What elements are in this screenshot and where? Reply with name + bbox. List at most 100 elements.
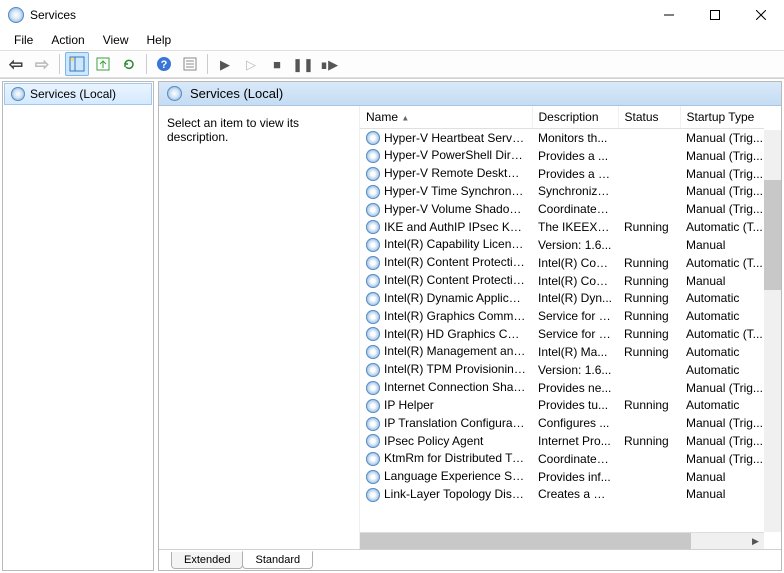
cell-name: Hyper-V PowerShell Direct ... <box>360 147 532 165</box>
start-service-alt-button[interactable]: ▷ <box>239 52 263 76</box>
service-icon <box>366 363 380 377</box>
view-tabs: Extended Standard <box>159 549 781 570</box>
cell-name: IKE and AuthIP IPsec Keying... <box>360 218 532 236</box>
back-button[interactable]: ⇦ <box>4 52 28 76</box>
table-row[interactable]: Link-Layer Topology Discov...Creates a N… <box>360 486 764 504</box>
service-icon <box>366 452 380 466</box>
menu-view[interactable]: View <box>95 31 137 49</box>
service-icon <box>366 310 380 324</box>
scroll-right-button[interactable]: ▶ <box>747 533 764 549</box>
maximize-button[interactable] <box>692 0 738 30</box>
help-icon: ? <box>156 56 172 72</box>
service-icon <box>366 167 380 181</box>
tab-standard[interactable]: Standard <box>242 551 313 569</box>
export-icon <box>95 56 111 72</box>
table-row[interactable]: KtmRm for Distributed Tran...Coordinates… <box>360 450 764 468</box>
menu-bar: File Action View Help <box>0 30 784 50</box>
table-row[interactable]: Internet Connection Sharin...Provides ne… <box>360 379 764 397</box>
cell-startup: Automatic <box>680 396 764 414</box>
table-row[interactable]: Hyper-V PowerShell Direct ...Provides a … <box>360 147 764 165</box>
service-icon <box>366 203 380 217</box>
horizontal-scrollbar[interactable]: ▶ <box>360 532 764 549</box>
service-icon <box>366 256 380 270</box>
table-row[interactable]: Hyper-V Time Synchronizati...Synchronize… <box>360 182 764 200</box>
table-row[interactable]: Language Experience ServiceProvides inf.… <box>360 468 764 486</box>
refresh-export-button[interactable] <box>91 52 115 76</box>
tree-root-services[interactable]: Services (Local) <box>4 83 152 105</box>
table-row[interactable]: Hyper-V Remote Desktop Vi...Provides a p… <box>360 165 764 183</box>
cell-name: IP Helper <box>360 396 532 414</box>
menu-action[interactable]: Action <box>43 31 92 49</box>
show-hide-tree-button[interactable] <box>65 52 89 76</box>
vertical-scrollbar[interactable] <box>764 130 781 532</box>
cell-description: Coordinates... <box>532 450 618 468</box>
tab-extended[interactable]: Extended <box>171 552 243 569</box>
table-row[interactable]: IP HelperProvides tu...RunningAutomaticL… <box>360 396 764 414</box>
help-button[interactable]: ? <box>152 52 176 76</box>
cell-description: Synchronize... <box>532 182 618 200</box>
cell-name: Hyper-V Time Synchronizati... <box>360 182 532 200</box>
main-header: Services (Local) <box>159 82 781 106</box>
service-icon <box>366 220 380 234</box>
col-name[interactable]: Name ▲ <box>360 106 532 129</box>
restart-service-button[interactable]: ∎▶ <box>317 52 341 76</box>
play-icon: ▶ <box>220 58 230 71</box>
cell-description: Version: 1.6... <box>532 361 618 379</box>
table-row[interactable]: Hyper-V Volume Shadow C...Coordinates...… <box>360 200 764 218</box>
scrollbar-thumb[interactable] <box>360 533 691 549</box>
service-icon <box>366 399 380 413</box>
cell-name: Intel(R) Capability Licensing... <box>360 236 532 254</box>
cell-description: Coordinates... <box>532 200 618 218</box>
cell-name: IP Translation Configuration... <box>360 414 532 432</box>
table-row[interactable]: Intel(R) Graphics Command...Service for … <box>360 307 764 325</box>
cell-description: Provides inf... <box>532 468 618 486</box>
cell-description: Monitors th... <box>532 129 618 147</box>
close-button[interactable] <box>738 0 784 30</box>
cell-name: Intel(R) TPM Provisioning S... <box>360 361 532 379</box>
table-row[interactable]: Intel(R) Dynamic Applicatio...Intel(R) D… <box>360 289 764 307</box>
cell-status <box>618 165 680 183</box>
table-row[interactable]: Intel(R) TPM Provisioning S...Version: 1… <box>360 361 764 379</box>
cell-startup: Manual (Trig... <box>680 432 764 450</box>
tree-pane[interactable]: Services (Local) <box>2 81 154 571</box>
table-row[interactable]: Hyper-V Heartbeat ServiceMonitors th...M… <box>360 129 764 147</box>
table-row[interactable]: Intel(R) Capability Licensing...Version:… <box>360 236 764 254</box>
table-row[interactable]: Intel(R) HD Graphics Contro...Service fo… <box>360 325 764 343</box>
cell-startup: Automatic <box>680 289 764 307</box>
table-row[interactable]: IPsec Policy AgentInternet Pro...Running… <box>360 432 764 450</box>
main-header-title: Services (Local) <box>190 86 283 101</box>
col-status[interactable]: Status <box>618 106 680 129</box>
properties-button[interactable] <box>178 52 202 76</box>
menu-help[interactable]: Help <box>139 31 180 49</box>
start-service-button[interactable]: ▶ <box>213 52 237 76</box>
cell-name: Intel(R) Dynamic Applicatio... <box>360 289 532 307</box>
cell-startup: Manual (Trig... <box>680 165 764 183</box>
refresh-button[interactable] <box>117 52 141 76</box>
cell-status <box>618 236 680 254</box>
menu-file[interactable]: File <box>6 31 41 49</box>
refresh-icon <box>121 56 137 72</box>
forward-button[interactable]: ⇨ <box>30 52 54 76</box>
pause-service-button[interactable]: ❚❚ <box>291 52 315 76</box>
minimize-button[interactable] <box>646 0 692 30</box>
service-icon <box>366 381 380 395</box>
service-icon <box>366 327 380 341</box>
cell-status <box>618 129 680 147</box>
cell-startup: Manual (Trig... <box>680 379 764 397</box>
table-row[interactable]: Intel(R) Management and S...Intel(R) Ma.… <box>360 343 764 361</box>
service-icon <box>366 274 380 288</box>
col-startup[interactable]: Startup Type <box>680 106 764 129</box>
table-row[interactable]: IP Translation Configuration...Configure… <box>360 414 764 432</box>
service-icon <box>366 488 380 502</box>
service-list[interactable]: Name ▲ Description Status Startup Type L… <box>359 106 781 549</box>
table-row[interactable]: Intel(R) Content Protection ...Intel(R) … <box>360 254 764 272</box>
stop-service-button[interactable]: ■ <box>265 52 289 76</box>
table-row[interactable]: IKE and AuthIP IPsec Keying...The IKEEXT… <box>360 218 764 236</box>
cell-startup: Automatic <box>680 307 764 325</box>
cell-name: Language Experience Service <box>360 468 532 486</box>
play-outline-icon: ▷ <box>246 58 256 71</box>
scrollbar-thumb[interactable] <box>764 180 781 290</box>
cell-name: Intel(R) Content Protection ... <box>360 254 532 272</box>
table-row[interactable]: Intel(R) Content Protection ...Intel(R) … <box>360 272 764 290</box>
col-description[interactable]: Description <box>532 106 618 129</box>
